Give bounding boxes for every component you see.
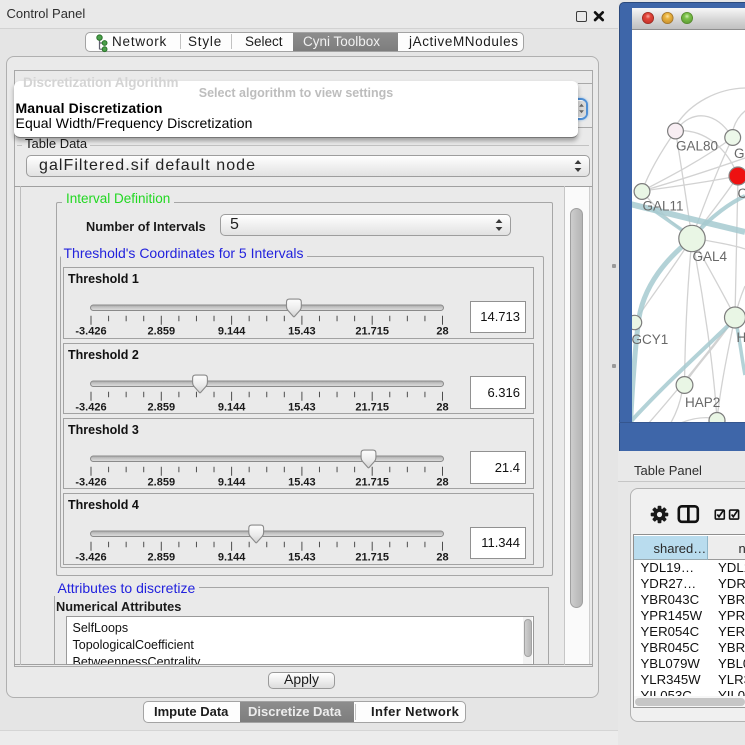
svg-text:9.144: 9.144	[218, 476, 246, 488]
svg-text:C: C	[738, 186, 745, 201]
svg-text:28: 28	[436, 476, 448, 488]
svg-text:G: G	[734, 146, 745, 161]
svg-text:21.715: 21.715	[355, 476, 389, 488]
svg-text:-3.426: -3.426	[75, 326, 106, 338]
svg-text:2.859: 2.859	[148, 552, 176, 564]
svg-text:28: 28	[436, 401, 448, 413]
svg-text:9.144: 9.144	[218, 326, 246, 338]
svg-text:HAP2: HAP2	[685, 395, 720, 410]
svg-text:GAL11: GAL11	[643, 198, 684, 213]
svg-text:2.859: 2.859	[148, 401, 176, 413]
svg-text:H: H	[737, 330, 745, 345]
svg-text:9.144: 9.144	[218, 401, 246, 413]
svg-text:15.43: 15.43	[288, 326, 316, 338]
svg-text:2.859: 2.859	[148, 476, 176, 488]
svg-text:9.144: 9.144	[218, 552, 246, 564]
svg-text:21.715: 21.715	[355, 326, 389, 338]
svg-text:21.715: 21.715	[355, 552, 389, 564]
svg-text:-3.426: -3.426	[75, 401, 106, 413]
svg-text:GCY1: GCY1	[632, 332, 668, 347]
svg-text:2.859: 2.859	[148, 326, 176, 338]
svg-text:GAL4: GAL4	[693, 249, 728, 264]
svg-text:21.715: 21.715	[355, 401, 389, 413]
svg-text:GAL80: GAL80	[676, 138, 718, 153]
svg-text:15.43: 15.43	[288, 476, 316, 488]
svg-text:15.43: 15.43	[288, 401, 316, 413]
svg-text:15.43: 15.43	[288, 552, 316, 564]
svg-text:28: 28	[436, 326, 448, 338]
svg-text:-3.426: -3.426	[75, 476, 106, 488]
svg-text:-3.426: -3.426	[75, 552, 106, 564]
svg-text:28: 28	[436, 552, 448, 564]
